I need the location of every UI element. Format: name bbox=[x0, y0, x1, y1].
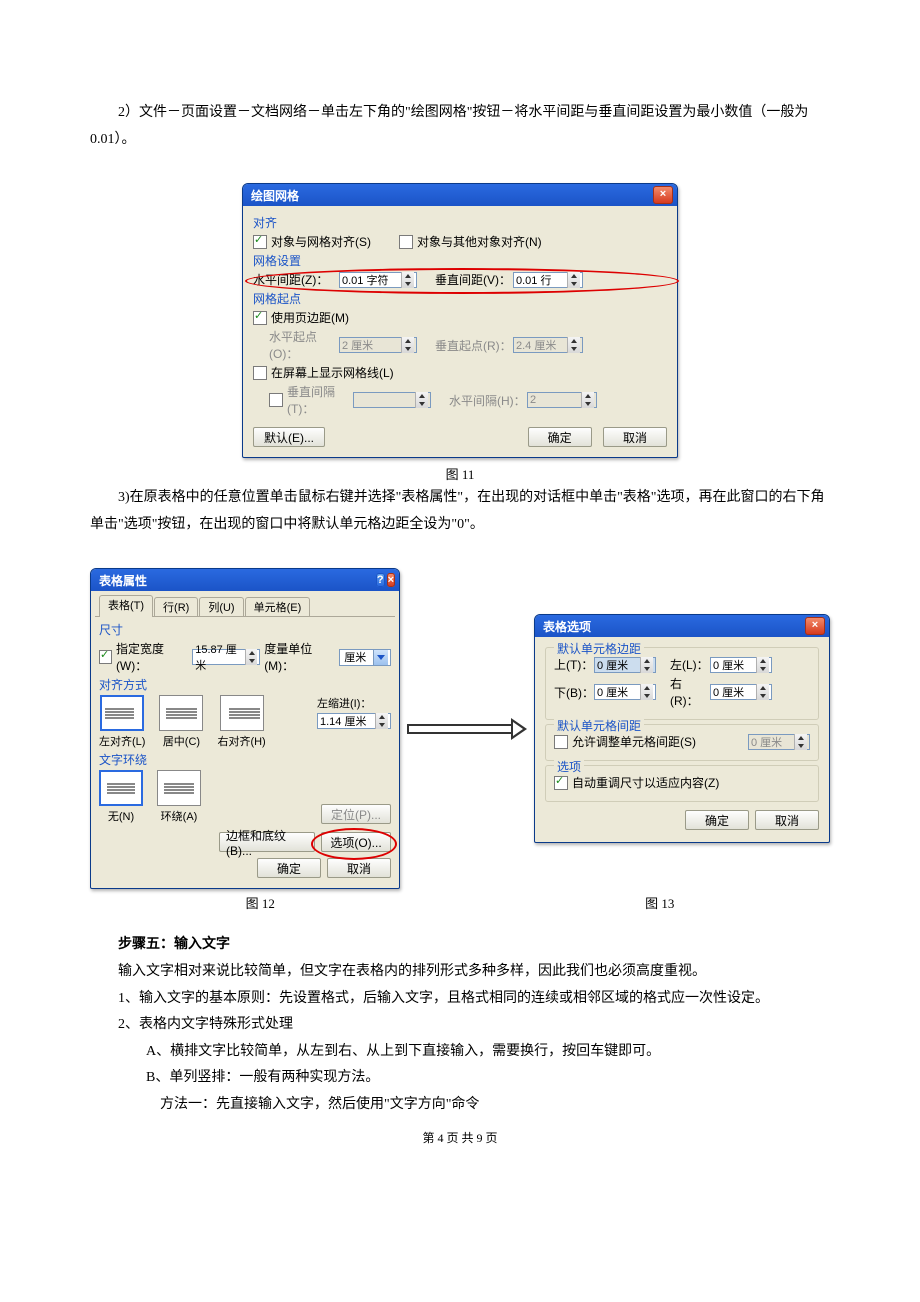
section-grid-origin: 网格起点 bbox=[253, 290, 667, 307]
close-icon[interactable]: × bbox=[387, 573, 395, 587]
tab-table[interactable]: 表格(T) bbox=[99, 595, 153, 616]
paragraph-rule2b1: 方法一：先直接输入文字，然后使用"文字方向"命令 bbox=[90, 1092, 830, 1119]
legend-default-margin: 默认单元格边距 bbox=[554, 640, 644, 657]
option-wrap-none[interactable]: 无(N) bbox=[99, 770, 143, 824]
paragraph-step2: 2）文件－页面设置－文档网络－单击左下角的"绘图网格"按钮－将水平间距与垂直间距… bbox=[90, 100, 830, 153]
tab-column[interactable]: 列(U) bbox=[199, 597, 243, 616]
checkbox-auto-resize[interactable] bbox=[554, 776, 568, 790]
dialog-table-properties: 表格属性 ?× 表格(T) 行(R) 列(U) 单元格(E) 尺寸 bbox=[90, 568, 400, 889]
dialog-drawing-grid: 绘图网格 × 对齐 对象与网格对齐(S) 对象与其他对象对齐(N) 网格设置 水… bbox=[242, 183, 678, 458]
dialog-title: 表格属性 bbox=[99, 572, 147, 589]
figure-caption-13: 图 13 bbox=[490, 893, 830, 912]
label-allow-spacing: 允许调整单元格间距(S) bbox=[572, 733, 696, 750]
legend-default-spacing: 默认单元格间距 bbox=[554, 717, 644, 734]
arrow-icon bbox=[407, 722, 527, 736]
paragraph-step3: 3)在原表格中的任意位置单击鼠标右键并选择"表格属性"，在出现的对话框中单击"表… bbox=[90, 485, 830, 538]
label-snap-to-objects: 对象与其他对象对齐(N) bbox=[417, 233, 542, 250]
input-h-spacing[interactable]: 0.01 字符 bbox=[339, 272, 417, 288]
cancel-button[interactable]: 取消 bbox=[327, 858, 391, 878]
dialog-title: 绘图网格 bbox=[251, 187, 299, 204]
group-default-margin: 默认单元格边距 上(T)： 0 厘米 左(L)： 0 厘米 bbox=[545, 647, 819, 720]
label-top: 上(T)： bbox=[554, 656, 594, 673]
checkbox-use-margins[interactable] bbox=[253, 311, 267, 325]
section-align: 对齐 bbox=[253, 214, 667, 231]
figure-caption-12: 图 12 bbox=[90, 893, 430, 912]
label-bottom: 下(B)： bbox=[554, 684, 594, 701]
legend-options: 选项 bbox=[554, 758, 584, 775]
combo-unit[interactable]: 厘米 bbox=[339, 649, 391, 666]
label-auto-resize: 自动重调尺寸以适应内容(Z) bbox=[572, 774, 719, 791]
paragraph-rule2: 2、表格内文字特殊形式处理 bbox=[90, 1012, 830, 1039]
tab-row[interactable]: 行(R) bbox=[154, 597, 198, 616]
label-use-margins: 使用页边距(M) bbox=[271, 309, 349, 326]
options-button[interactable]: 选项(O)... bbox=[321, 832, 391, 852]
tab-cell[interactable]: 单元格(E) bbox=[245, 597, 311, 616]
checkbox-snap-to-objects[interactable] bbox=[399, 235, 413, 249]
checkbox-snap-to-grid[interactable] bbox=[253, 235, 267, 249]
figure-caption-11: 图 11 bbox=[90, 464, 830, 483]
label-h-interval: 水平间隔(H)： bbox=[449, 392, 527, 409]
option-align-center[interactable]: 居中(C) bbox=[159, 695, 203, 749]
help-icon[interactable]: ? bbox=[376, 573, 385, 587]
close-icon[interactable]: × bbox=[653, 186, 673, 204]
default-button[interactable]: 默认(E)... bbox=[253, 427, 325, 447]
label-specify-width: 指定宽度(W)： bbox=[116, 640, 188, 674]
input-indent[interactable]: 1.14 厘米 bbox=[317, 713, 391, 729]
option-align-right[interactable]: 右对齐(H) bbox=[217, 695, 265, 749]
label-v-spacing: 垂直间距(V)： bbox=[435, 271, 513, 288]
group-options: 选项 自动重调尺寸以适应内容(Z) bbox=[545, 765, 819, 802]
heading-step5: 步骤五：输入文字 bbox=[90, 932, 830, 959]
option-align-left[interactable]: 左对齐(L) bbox=[99, 695, 145, 749]
section-size: 尺寸 bbox=[99, 621, 391, 638]
input-v-interval bbox=[353, 392, 431, 408]
group-default-spacing: 默认单元格间距 允许调整单元格间距(S) 0 厘米 bbox=[545, 724, 819, 761]
label-unit: 度量单位(M)： bbox=[264, 640, 335, 674]
option-wrap-around[interactable]: 环绕(A) bbox=[157, 770, 201, 824]
dialog-table-options: 表格选项 × 默认单元格边距 上(T)： 0 厘米 左(L)： bbox=[534, 614, 830, 843]
close-icon[interactable]: × bbox=[805, 617, 825, 635]
tabstrip: 表格(T) 行(R) 列(U) 单元格(E) bbox=[95, 595, 395, 617]
input-margin-left[interactable]: 0 厘米 bbox=[710, 657, 772, 673]
position-button: 定位(P)... bbox=[321, 804, 391, 824]
section-alignment: 对齐方式 bbox=[99, 676, 391, 693]
ok-button[interactable]: 确定 bbox=[528, 427, 592, 447]
dialog-title: 表格选项 bbox=[543, 618, 591, 635]
label-indent: 左缩进(I)： bbox=[317, 695, 391, 711]
input-margin-bottom[interactable]: 0 厘米 bbox=[594, 684, 656, 700]
paragraph-intro: 输入文字相对来说比较简单，但文字在表格内的排列形式多种多样，因此我们也必须高度重… bbox=[90, 959, 830, 986]
section-grid-settings: 网格设置 bbox=[253, 252, 667, 269]
cancel-button[interactable]: 取消 bbox=[603, 427, 667, 447]
label-show-gridlines: 在屏幕上显示网格线(L) bbox=[271, 364, 394, 381]
label-h-spacing: 水平间距(Z)： bbox=[253, 271, 339, 288]
border-shading-button[interactable]: 边框和底纹(B)... bbox=[219, 832, 315, 852]
page-footer: 第 4 页 共 9 页 bbox=[0, 1129, 920, 1146]
checkbox-allow-spacing[interactable] bbox=[554, 735, 568, 749]
checkbox-show-gridlines[interactable] bbox=[253, 366, 267, 380]
input-v-spacing[interactable]: 0.01 行 bbox=[513, 272, 583, 288]
section-wrap: 文字环绕 bbox=[99, 751, 391, 768]
checkbox-v-interval bbox=[269, 393, 283, 407]
ok-button[interactable]: 确定 bbox=[257, 858, 321, 878]
ok-button[interactable]: 确定 bbox=[685, 810, 749, 830]
label-snap-to-grid: 对象与网格对齐(S) bbox=[271, 233, 371, 250]
label-v-origin: 垂直起点(R)： bbox=[435, 337, 513, 354]
input-margin-top[interactable]: 0 厘米 bbox=[594, 657, 656, 673]
label-left: 左(L)： bbox=[670, 656, 710, 673]
paragraph-rule1: 1、输入文字的基本原则：先设置格式，后输入文字，且格式相同的连续或相邻区域的格式… bbox=[90, 986, 830, 1013]
paragraph-rule2b: B、单列竖排：一般有两种实现方法。 bbox=[90, 1065, 830, 1092]
label-v-interval: 垂直间隔(T)： bbox=[287, 383, 353, 417]
label-h-origin: 水平起点(O)： bbox=[269, 328, 339, 362]
input-h-origin: 2 厘米 bbox=[339, 337, 417, 353]
input-width[interactable]: 15.87 厘米 bbox=[192, 649, 260, 665]
input-margin-right[interactable]: 0 厘米 bbox=[710, 684, 772, 700]
input-cell-spacing: 0 厘米 bbox=[748, 734, 810, 750]
paragraph-rule2a: A、横排文字比较简单，从左到右、从上到下直接输入，需要换行，按回车键即可。 bbox=[90, 1039, 830, 1066]
input-v-origin: 2.4 厘米 bbox=[513, 337, 583, 353]
label-right: 右(R)： bbox=[670, 675, 710, 709]
checkbox-specify-width[interactable] bbox=[99, 650, 112, 664]
input-h-interval: 2 bbox=[527, 392, 597, 408]
cancel-button[interactable]: 取消 bbox=[755, 810, 819, 830]
